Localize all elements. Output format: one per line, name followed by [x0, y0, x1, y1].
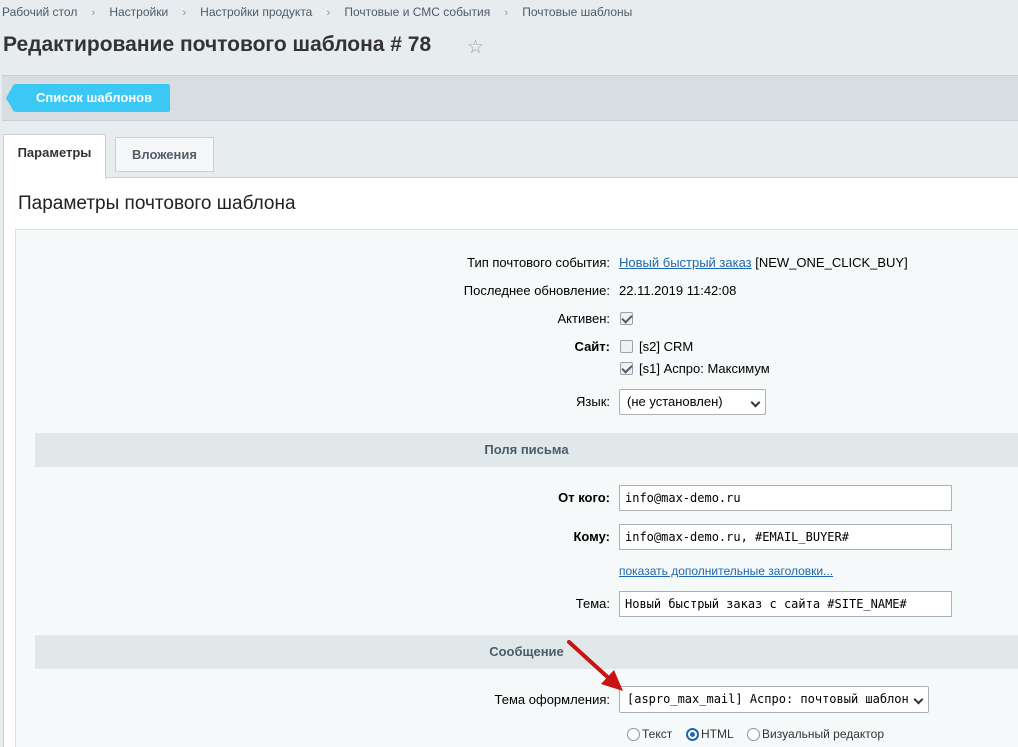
- more-headers-link[interactable]: показать дополнительные заголовки...: [619, 564, 833, 578]
- theme-select-value: [aspro_max_mail] Аспро: почтовый шаблон: [627, 692, 909, 706]
- theme-label: Тема оформления:: [494, 692, 610, 707]
- language-label: Язык:: [576, 394, 610, 409]
- format-text-radio[interactable]: [627, 728, 640, 741]
- site-s2-checkbox[interactable]: [620, 340, 633, 353]
- site-s1-checkbox[interactable]: [620, 362, 633, 375]
- letter-fields-heading: Поля письма: [35, 433, 1018, 467]
- breadcrumb-item-settings[interactable]: Настройки: [109, 5, 168, 19]
- site-s1-label: [s1] Аспро: Максимум: [639, 361, 770, 376]
- breadcrumb-item-mail-events[interactable]: Почтовые и СМС события: [344, 5, 490, 19]
- chevron-down-icon: [913, 694, 924, 705]
- breadcrumb: Рабочий стол › Настройки › Настройки продукт…: [2, 5, 632, 19]
- from-label: От кого:: [558, 490, 610, 505]
- format-html-radio[interactable]: [686, 728, 699, 741]
- chevron-right-icon: ›: [182, 7, 186, 19]
- language-select[interactable]: (не установлен): [619, 389, 766, 415]
- event-type-code: [NEW_ONE_CLICK_BUY]: [755, 255, 908, 270]
- tab-attachments[interactable]: Вложения: [115, 137, 214, 172]
- format-text-label: Текст: [642, 727, 673, 741]
- breadcrumb-item-mail-templates[interactable]: Почтовые шаблоны: [522, 5, 632, 19]
- site-s2-label: [s2] CRM: [639, 339, 694, 354]
- subject-field[interactable]: Новый быстрый заказ с сайта #SITE_NAME#: [619, 591, 952, 617]
- panel-title: Параметры почтового шаблона: [18, 193, 296, 214]
- favorite-star-icon[interactable]: ☆: [467, 36, 484, 59]
- template-list-button[interactable]: Список шаблонов: [6, 84, 170, 112]
- chevron-down-icon: [750, 397, 761, 408]
- last-update-value: 22.11.2019 11:42:08: [619, 283, 737, 298]
- from-field[interactable]: info@max-demo.ru: [619, 485, 952, 511]
- subject-label: Тема:: [575, 596, 610, 611]
- format-html-label: HTML: [701, 727, 734, 741]
- theme-select[interactable]: [aspro_max_mail] Аспро: почтовый шаблон: [619, 686, 929, 713]
- chevron-right-icon: ›: [504, 7, 509, 19]
- breadcrumb-item-product-settings[interactable]: Настройки продукта: [200, 5, 312, 19]
- active-checkbox[interactable]: [620, 312, 633, 325]
- format-visual-editor-radio[interactable]: [747, 728, 760, 741]
- message-heading: Сообщение: [35, 635, 1018, 669]
- tab-parameters[interactable]: Параметры: [3, 134, 106, 179]
- site-label: Сайт:: [574, 339, 610, 354]
- to-field[interactable]: info@max-demo.ru, #EMAIL_BUYER#: [619, 524, 952, 550]
- chevron-right-icon: ›: [326, 7, 331, 19]
- page-title: Редактирование почтового шаблона # 78: [3, 33, 432, 56]
- event-type-link[interactable]: Новый быстрый заказ: [619, 255, 752, 270]
- format-visual-editor-label: Визуальный редактор: [762, 727, 885, 741]
- annotation-arrow-icon: [567, 640, 623, 691]
- active-label: Активен:: [557, 311, 610, 326]
- language-select-value: (не установлен): [627, 394, 723, 409]
- toolbar: Список шаблонов: [2, 75, 1018, 121]
- to-label: Кому:: [573, 529, 610, 544]
- event-type-value: Новый быстрый заказ [NEW_ONE_CLICK_BUY]: [619, 255, 908, 270]
- event-type-label: Тип почтового события:: [467, 255, 610, 270]
- breadcrumb-item-desktop[interactable]: Рабочий стол: [2, 5, 77, 19]
- chevron-right-icon: ›: [91, 7, 96, 19]
- last-update-label: Последнее обновление:: [463, 283, 610, 298]
